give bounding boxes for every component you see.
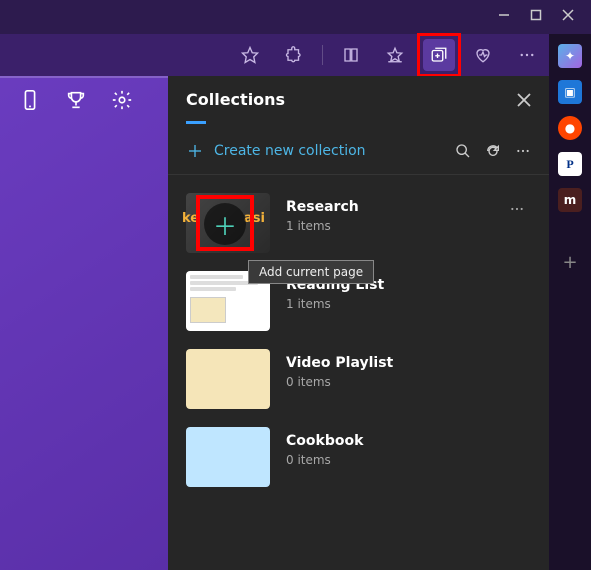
search-icon[interactable]: [455, 143, 471, 159]
window-controls: [481, 0, 591, 30]
thumb-research: keasi ＋: [186, 193, 270, 253]
collection-item-research[interactable]: keasi ＋ Research 1 items: [186, 193, 531, 253]
collection-list: keasi ＋ Research 1 items Reading List 1 …: [168, 175, 549, 505]
collection-title: Video Playlist: [286, 355, 393, 371]
separator: [322, 45, 323, 65]
create-collection-link[interactable]: Create new collection: [186, 142, 366, 160]
reading-view-icon[interactable]: [335, 39, 367, 71]
highlight-add-page: [196, 195, 254, 251]
collection-title: Cookbook: [286, 433, 363, 449]
collections-button[interactable]: [423, 39, 455, 71]
close-icon[interactable]: [561, 8, 575, 22]
performance-icon[interactable]: [467, 39, 499, 71]
right-sidebar: ✦ ▣ ● P m +: [549, 34, 591, 570]
tooltip-add-current-page: Add current page: [248, 260, 374, 284]
favorite-icon[interactable]: [234, 39, 266, 71]
phone-icon[interactable]: [18, 88, 42, 112]
collection-count: 0 items: [286, 375, 393, 389]
left-content-area: [0, 76, 168, 570]
left-action-row: [18, 88, 134, 112]
thumb-video: [186, 349, 270, 409]
highlight-collections: [417, 33, 461, 77]
sidebar-paypal[interactable]: P: [558, 152, 582, 176]
sidebar-copilot[interactable]: ✦: [558, 44, 582, 68]
panel-more-icon[interactable]: [515, 143, 531, 159]
refresh-icon[interactable]: [485, 143, 501, 159]
collection-count: 1 items: [286, 297, 384, 311]
collection-title: Research: [286, 199, 359, 215]
thumb-cookbook: [186, 427, 270, 487]
more-icon[interactable]: [511, 39, 543, 71]
collections-panel: Collections Create new collection keasi …: [168, 76, 549, 570]
collection-count: 1 items: [286, 219, 359, 233]
create-label: Create new collection: [214, 143, 366, 159]
close-panel-icon[interactable]: [517, 93, 531, 107]
trophy-icon[interactable]: [64, 88, 88, 112]
maximize-icon[interactable]: [529, 8, 543, 22]
panel-title: Collections: [186, 90, 285, 109]
extensions-icon[interactable]: [278, 39, 310, 71]
sidebar-m-app[interactable]: m: [558, 188, 582, 212]
browser-toolbar: [0, 34, 591, 76]
gear-icon[interactable]: [110, 88, 134, 112]
collection-item-cookbook[interactable]: Cookbook 0 items: [186, 427, 531, 487]
collection-item-video-playlist[interactable]: Video Playlist 0 items: [186, 349, 531, 409]
minimize-icon[interactable]: [497, 8, 511, 22]
sidebar-reddit[interactable]: ●: [558, 116, 582, 140]
favorites-star-icon[interactable]: [379, 39, 411, 71]
item-more-icon[interactable]: [509, 201, 525, 217]
sidebar-add-icon[interactable]: +: [562, 252, 577, 273]
sidebar-camera[interactable]: ▣: [558, 80, 582, 104]
collection-count: 0 items: [286, 453, 363, 467]
